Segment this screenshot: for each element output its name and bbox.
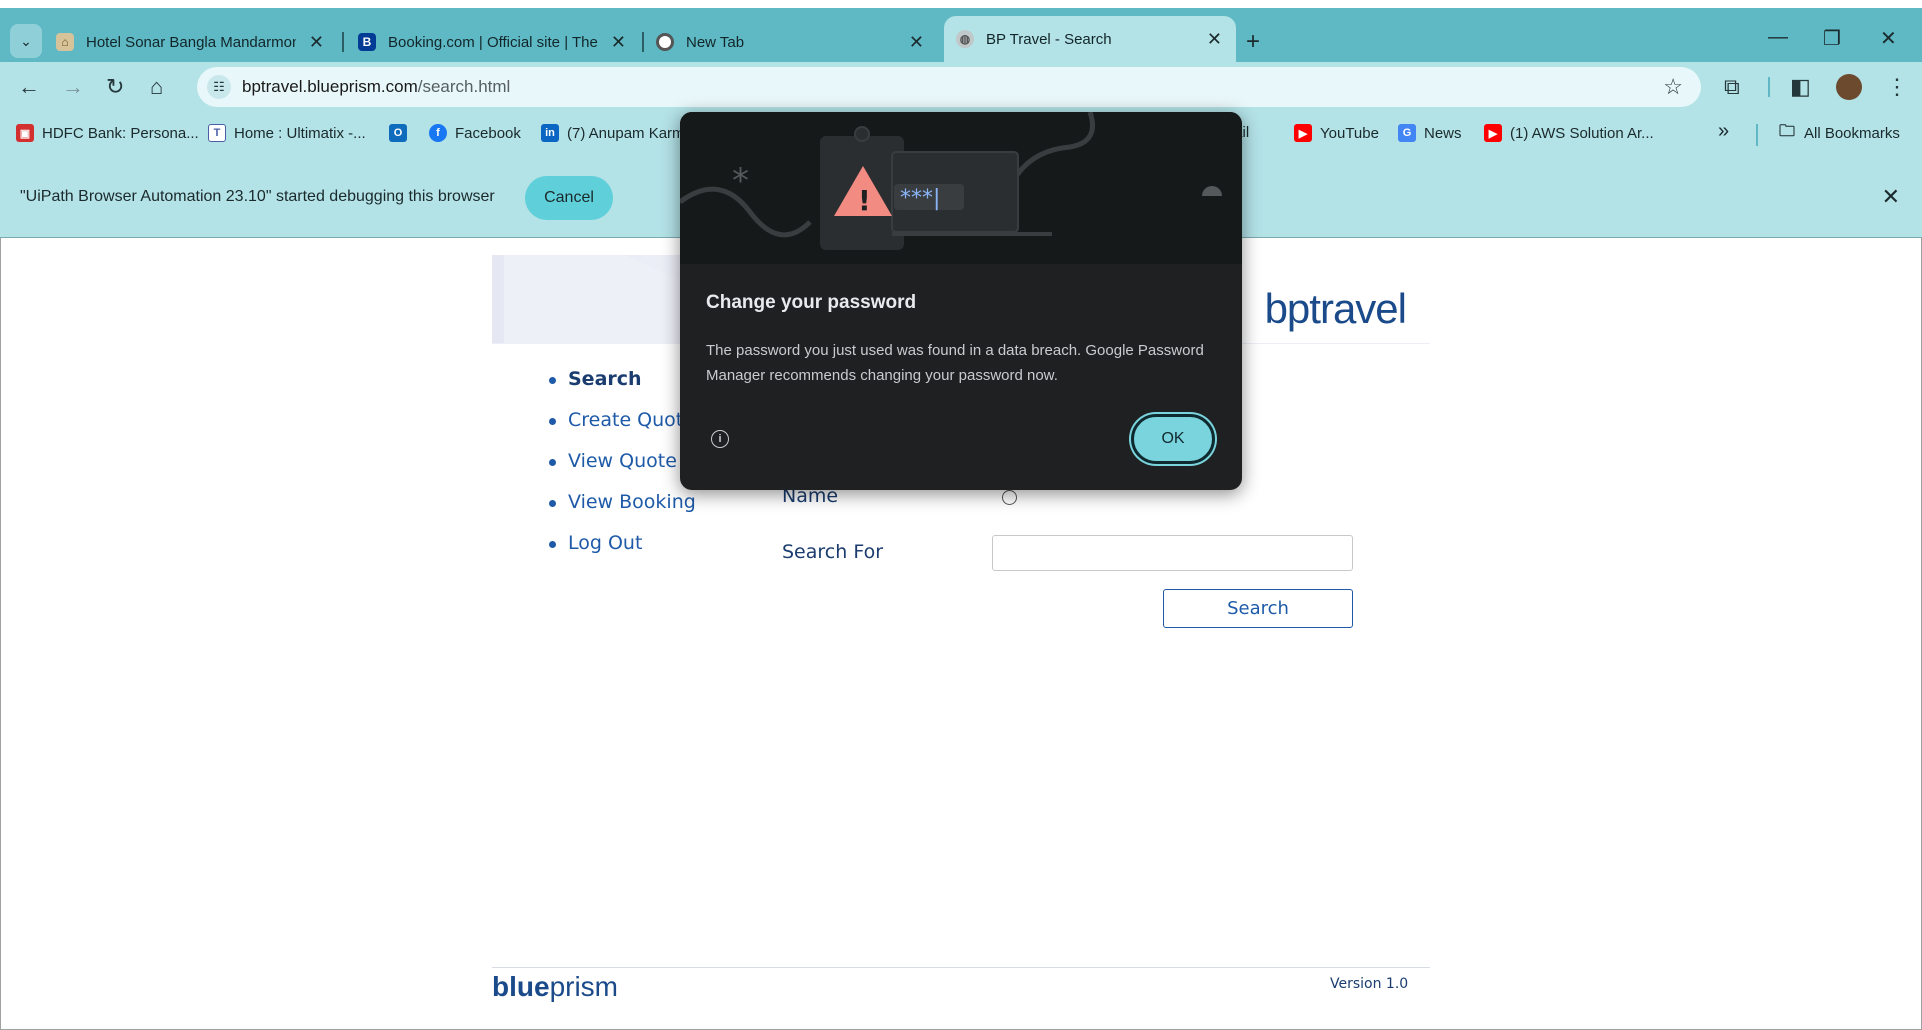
bookmark-outlook[interactable]: O [389,124,415,142]
dialog-illustration: * ***| ! [680,112,1242,264]
bookmark-linkedin[interactable]: in (7) Anupam Karm [541,124,685,142]
bptravel-logo: bptravel [1264,285,1407,332]
bookmark-label: Facebook [455,124,521,142]
tab-hotel[interactable]: ⌂ Hotel Sonar Bangla Mandarmoni ✕ [56,22,338,62]
hotel-icon: ⌂ [56,33,74,51]
bookmark-aws[interactable]: ▶ (1) AWS Solution Ar... [1484,124,1654,142]
browser-window: ⌄ ⌂ Hotel Sonar Bangla Mandarmoni ✕ B Bo… [0,0,1922,1030]
address-bar[interactable]: ☷ bptravel.blueprism.com/search.html ☆ [197,67,1701,107]
linkedin-icon: in [541,124,559,142]
bookmarks-divider [1756,124,1758,146]
svg-text:***|: ***| [900,186,940,211]
search-for-label: Search For [782,541,884,563]
toolbar-divider [1768,77,1770,97]
bookmark-hdfc[interactable]: ▣ HDFC Bank: Persona... [16,124,199,142]
nav-view-quote[interactable]: View Quote [546,450,696,491]
youtube-icon: ▶ [1294,124,1312,142]
bookmark-label: (1) AWS Solution Ar... [1510,124,1654,142]
change-password-dialog: * ***| ! Change your password The passwo… [680,112,1242,490]
ok-button[interactable]: OK [1131,414,1215,464]
hdfc-icon: ▣ [16,124,34,142]
tab-booking[interactable]: B Booking.com | Official site | The ✕ [358,22,640,62]
bookmark-label: Home : Ultimatix -... [234,124,366,142]
nav-view-booking[interactable]: View Booking [546,491,696,532]
breach-illustration: * ***| ! [680,112,1222,250]
home-icon[interactable]: ⌂ [150,74,163,100]
close-icon[interactable]: ✕ [1882,184,1900,210]
chrome-icon [656,33,674,51]
bookmark-youtube[interactable]: ▶ YouTube [1294,124,1379,142]
tab-strip: ⌄ ⌂ Hotel Sonar Bangla Mandarmoni ✕ B Bo… [0,8,1922,62]
side-nav: Search Create Quote View Quote View Book… [546,368,696,573]
minimize-icon[interactable]: — [1768,26,1788,49]
bookmark-label: All Bookmarks [1804,124,1900,142]
svg-text:*: * [732,161,749,201]
url-domain: bptravel.blueprism.com [242,77,418,96]
close-icon[interactable]: ✕ [611,32,626,53]
logo-blue-text: blue [492,971,550,1002]
site-info-icon[interactable]: ☷ [207,75,231,99]
tab-separator [342,32,344,52]
back-icon[interactable]: ← [18,74,40,100]
nav-create-quote[interactable]: Create Quote [546,409,696,450]
facebook-icon: f [429,124,447,142]
bookmark-facebook[interactable]: f Facebook [429,124,521,142]
tata-icon: T [208,124,226,142]
window-close-icon[interactable]: ✕ [1880,26,1897,51]
dialog-message: The password you just used was found in … [706,342,1204,384]
tab-title: Booking.com | Official site | The [388,33,598,51]
version-text: Version 1.0 [1330,976,1409,992]
bookmarks-overflow-icon[interactable]: » [1718,120,1729,143]
side-panel-icon[interactable]: ◧ [1790,74,1811,100]
all-bookmarks[interactable]: 🗀 All Bookmarks [1778,122,1900,142]
menu-icon[interactable]: ⋮ [1886,74,1908,100]
bookmark-label: HDFC Bank: Persona... [42,124,199,142]
nav-search[interactable]: Search [546,368,696,409]
bookmark-ultimatix[interactable]: T Home : Ultimatix -... [208,124,366,142]
nav-log-out[interactable]: Log Out [546,532,696,573]
footer-divider [492,967,1430,968]
avatar[interactable] [1836,74,1862,100]
logo-prism-text: prism [549,971,619,1002]
forward-icon[interactable]: → [62,74,84,100]
search-input[interactable] [992,535,1353,571]
bookmark-label: (7) Anupam Karm [567,124,685,142]
info-icon[interactable]: i [711,430,729,448]
folder-icon: 🗀 [1778,122,1795,140]
bookmark-label: YouTube [1320,124,1379,142]
google-news-icon: G [1398,124,1416,142]
tab-new-tab[interactable]: New Tab ✕ [656,22,938,62]
blueprism-logo: blueprism [492,971,618,1003]
tab-bp-travel[interactable]: ◍ BP Travel - Search ✕ [944,16,1236,62]
svg-text:!: ! [858,184,871,217]
tab-separator [642,32,644,52]
dialog-title: Change your password [706,292,917,313]
bookmark-label: News [1424,124,1462,142]
tab-title: New Tab [686,33,745,51]
name-radio[interactable] [1002,490,1017,505]
search-button[interactable]: Search [1163,589,1353,628]
close-icon[interactable]: ✕ [1207,29,1222,50]
url-text[interactable]: bptravel.blueprism.com/search.html [242,77,510,97]
cancel-button[interactable]: Cancel [525,176,613,220]
reload-icon[interactable]: ↻ [106,74,124,100]
tab-search-button[interactable]: ⌄ [10,24,42,58]
restore-icon[interactable]: ❐ [1823,26,1841,51]
tab-title: BP Travel - Search [986,30,1112,48]
new-tab-icon[interactable]: + [1246,28,1260,56]
globe-icon: ◍ [956,30,974,48]
booking-icon: B [358,33,376,51]
close-icon[interactable]: ✕ [309,32,324,53]
close-icon[interactable]: ✕ [909,32,924,53]
url-path: /search.html [417,77,511,96]
outlook-icon: O [389,124,407,142]
browser-toolbar: ← → ↻ ⌂ ☷ bptravel.blueprism.com/search.… [0,62,1922,112]
tab-title: Hotel Sonar Bangla Mandarmoni [86,33,296,51]
youtube-icon: ▶ [1484,124,1502,142]
bookmark-news[interactable]: G News [1398,124,1462,142]
bookmark-star-icon[interactable]: ☆ [1663,74,1683,100]
infobar-message: "UiPath Browser Automation 23.10" starte… [20,188,495,205]
extensions-icon[interactable]: ⧉ [1724,74,1740,100]
